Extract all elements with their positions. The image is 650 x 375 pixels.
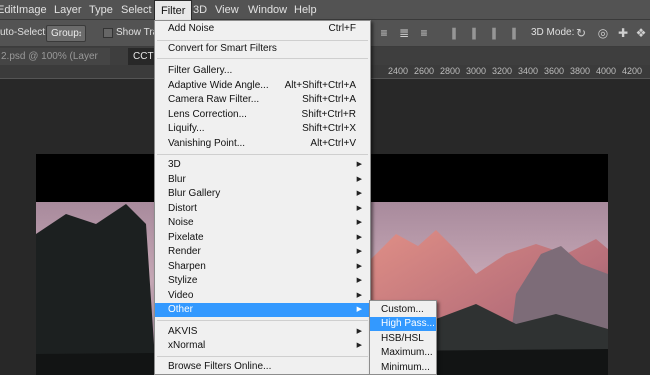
menu-separator — [157, 356, 368, 357]
ruler-label: 3200 — [492, 66, 513, 76]
menu-item-vanishing-point[interactable]: Vanishing Point... Alt+Ctrl+V — [155, 137, 370, 151]
ruler-label: 2800 — [440, 66, 461, 76]
filter-menu: Add Noise Ctrl+F Convert for Smart Filte… — [154, 20, 371, 375]
auto-select-value: Group — [51, 28, 79, 39]
menu-view[interactable]: View — [209, 0, 245, 20]
roll-3d-icon[interactable]: ◎ — [595, 25, 611, 41]
menu-item-convert-smart-filters[interactable]: Convert for Smart Filters — [155, 42, 370, 56]
menu-separator — [157, 58, 368, 59]
ruler-label: 2400 — [388, 66, 409, 76]
submenu-item-high-pass[interactable]: High Pass... — [370, 317, 436, 331]
ruler-label: 3400 — [518, 66, 539, 76]
menu-item-blur-gallery[interactable]: Blur Gallery ▶ — [155, 187, 370, 201]
submenu-arrow-icon: ▶ — [356, 263, 362, 270]
rotate-3d-icon[interactable]: ↻ — [573, 25, 589, 41]
slide-3d-icon[interactable]: ❖ — [633, 25, 649, 41]
menu-item-3d[interactable]: 3D ▶ — [155, 158, 370, 172]
submenu-arrow-icon: ▶ — [356, 161, 362, 168]
auto-select-label: uto-Select: — [0, 27, 48, 38]
distribute-middle-icon[interactable]: ∥ — [466, 25, 482, 41]
submenu-arrow-icon: ▶ — [356, 234, 362, 241]
chevron-updown-icon: ↕ — [78, 29, 82, 38]
align-center-icon[interactable]: ≣ — [396, 25, 412, 41]
auto-select-dropdown[interactable]: Group ↕ — [46, 25, 86, 42]
menu-item-distort[interactable]: Distort ▶ — [155, 202, 370, 216]
menu-image[interactable]: Image — [10, 0, 53, 20]
align-right-icon[interactable]: ≡ — [416, 25, 432, 41]
menu-item-adaptive-wide-angle[interactable]: Adaptive Wide Angle... Alt+Shift+Ctrl+A — [155, 79, 370, 93]
ruler-label: 3800 — [570, 66, 591, 76]
submenu-arrow-icon: ▶ — [356, 342, 362, 349]
menu-item-video[interactable]: Video ▶ — [155, 289, 370, 303]
submenu-arrow-icon: ▶ — [356, 190, 362, 197]
distribute-bottom-icon[interactable]: ∥ — [486, 25, 502, 41]
menu-item-browse-filters-online[interactable]: Browse Filters Online... — [155, 360, 370, 374]
submenu-arrow-icon: ▶ — [356, 176, 362, 183]
menu-item-liquify[interactable]: Liquify... Shift+Ctrl+X — [155, 122, 370, 136]
ruler-label: 3600 — [544, 66, 565, 76]
menu-item-sharpen[interactable]: Sharpen ▶ — [155, 260, 370, 274]
ruler-label: 4200 — [622, 66, 643, 76]
submenu-arrow-icon: ▶ — [356, 328, 362, 335]
show-transform-checkbox[interactable] — [103, 28, 113, 38]
drag-3d-icon[interactable]: ✚ — [615, 25, 631, 41]
submenu-arrow-icon: ▶ — [356, 277, 362, 284]
menu-type[interactable]: Type — [83, 0, 119, 20]
submenu-arrow-icon: ▶ — [356, 292, 362, 299]
menu-item-lens-correction[interactable]: Lens Correction... Shift+Ctrl+R — [155, 108, 370, 122]
align-left-icon[interactable]: ≡ — [376, 25, 392, 41]
menu-item-stylize[interactable]: Stylize ▶ — [155, 274, 370, 288]
ruler-label: 4000 — [596, 66, 617, 76]
submenu-arrow-icon: ▶ — [356, 306, 362, 313]
menu-separator — [157, 320, 368, 321]
3d-mode-label: 3D Mode: — [531, 27, 575, 38]
distribute-horizontal-icon[interactable]: ∥ — [506, 25, 522, 41]
ruler-label: 3000 — [466, 66, 487, 76]
menu-separator — [157, 154, 368, 155]
tab-document-1[interactable]: 2.psd @ 100% (Layer 105,... — [0, 48, 110, 79]
submenu-arrow-icon: ▶ — [356, 205, 362, 212]
menu-item-camera-raw-filter[interactable]: Camera Raw Filter... Shift+Ctrl+A — [155, 93, 370, 107]
menu-item-blur[interactable]: Blur ▶ — [155, 173, 370, 187]
other-submenu: Custom... High Pass... HSB/HSL Maximum..… — [369, 300, 437, 375]
menu-window[interactable]: Window — [242, 0, 293, 20]
menu-select[interactable]: Select — [115, 0, 158, 20]
submenu-item-maximum[interactable]: Maximum... — [370, 346, 436, 360]
menu-help[interactable]: Help — [288, 0, 323, 20]
menu-layer[interactable]: Layer — [48, 0, 88, 20]
submenu-item-hsb-hsl[interactable]: HSB/HSL — [370, 332, 436, 346]
menu-item-xnormal[interactable]: xNormal ▶ — [155, 339, 370, 353]
submenu-item-custom[interactable]: Custom... — [370, 303, 436, 317]
menu-item-other[interactable]: Other ▶ — [155, 303, 370, 317]
menu-item-render[interactable]: Render ▶ — [155, 245, 370, 259]
menu-item-filter-gallery[interactable]: Filter Gallery... — [155, 64, 370, 78]
menu-item-noise[interactable]: Noise ▶ — [155, 216, 370, 230]
menu-separator — [157, 40, 368, 41]
menu-item-add-noise[interactable]: Add Noise Ctrl+F — [155, 22, 370, 36]
distribute-top-icon[interactable]: ∥ — [446, 25, 462, 41]
submenu-item-minimum[interactable]: Minimum... — [370, 361, 436, 375]
menu-item-pixelate[interactable]: Pixelate ▶ — [155, 231, 370, 245]
menu-bar: Edit Image Layer Type Select Filter 3D V… — [0, 0, 650, 20]
submenu-arrow-icon: ▶ — [356, 248, 362, 255]
menu-item-akvis[interactable]: AKVIS ▶ — [155, 325, 370, 339]
ruler-label: 2600 — [414, 66, 435, 76]
submenu-arrow-icon: ▶ — [356, 219, 362, 226]
